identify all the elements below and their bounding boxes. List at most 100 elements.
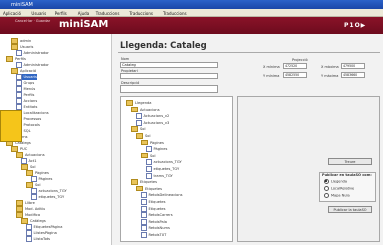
propietari-field[interactable] <box>120 73 218 79</box>
publish-button[interactable]: Publicar la taulaSO <box>328 206 372 213</box>
descripcio-field[interactable] <box>120 85 218 93</box>
tree-node[interactable]: RetolsPala <box>141 218 167 225</box>
window-title-bar: miniSAM <box>0 0 383 9</box>
tree-node-label: RetolsNums <box>148 226 170 231</box>
document-icon <box>146 146 152 153</box>
tree-node[interactable]: trams_TGY <box>146 172 173 179</box>
menu-item[interactable]: Traduccions <box>129 11 153 16</box>
document-icon <box>136 119 142 126</box>
callout-highlight <box>0 110 22 142</box>
publish-option[interactable]: Mapa Nula <box>324 193 350 198</box>
tree-node[interactable]: Sol <box>26 182 40 188</box>
title-divider <box>118 52 380 53</box>
tree-node-label: Processos <box>23 117 42 121</box>
tree-node-label: Localitzacions <box>23 111 49 115</box>
header-links[interactable]: Cancel·lar · Guardar <box>15 19 50 23</box>
tree-node[interactable]: Actuacions_v3 <box>136 119 169 126</box>
tree-node[interactable]: RetolsNums <box>141 225 170 232</box>
tree-node[interactable]: actuacions_TGY <box>146 159 182 166</box>
tree-node[interactable]: Actuacions <box>131 106 160 113</box>
tree-node-label: etiquetes_TGY <box>153 167 180 171</box>
menu-item[interactable]: Usuaris <box>31 11 46 16</box>
menu-item[interactable]: Perfils <box>55 11 67 16</box>
tree-node[interactable]: Sol <box>131 126 145 132</box>
ymin-label: Y mínima <box>263 74 280 78</box>
treure-button[interactable]: Treure <box>328 158 372 165</box>
document-icon <box>136 113 142 120</box>
tree-node[interactable]: Etiquetes <box>141 199 165 205</box>
menu-item[interactable]: Traduccions <box>163 11 187 16</box>
tree-node[interactable]: RetolsDelineacions <box>141 192 183 199</box>
tree-node-label: Pàgines <box>150 140 164 145</box>
tree-node-label: Mod. Aditiu <box>25 206 46 211</box>
tree-node[interactable]: Sol <box>21 164 35 170</box>
tree-node[interactable]: Sol <box>136 133 150 139</box>
tree-node-label: Menús <box>23 87 36 91</box>
tree-node[interactable]: Modifica <box>16 212 40 218</box>
tree-node[interactable]: Pàgines <box>146 146 168 153</box>
tree-node-label: Etiquetes <box>148 206 166 211</box>
nom-field[interactable]: Cataleg <box>120 62 218 68</box>
tree-node[interactable]: RetolsTXT <box>141 232 166 238</box>
tree-node[interactable]: Aplicació <box>11 68 36 74</box>
tree-node[interactable]: etiquetes_TGY <box>146 166 179 172</box>
folder-icon <box>16 200 23 206</box>
xmax-field[interactable]: 479500 <box>341 63 365 69</box>
document-icon <box>141 212 147 219</box>
menu-item[interactable]: Aplicació <box>3 11 21 16</box>
ymin-field[interactable]: 4582550 <box>283 72 307 78</box>
tree-node[interactable]: LlistaTots <box>26 236 50 242</box>
menu-item[interactable]: Ajuda <box>78 11 89 16</box>
menu-item[interactable]: Traduccions <box>96 11 120 16</box>
folder-icon <box>16 206 23 212</box>
tree-node[interactable]: Pàgines <box>26 170 49 176</box>
radio-icon <box>324 186 329 191</box>
document-icon <box>146 166 152 172</box>
ymax-label: Y màxima <box>321 74 339 78</box>
tree-node[interactable]: Actuacions_v2 <box>136 113 169 120</box>
folder-icon <box>141 139 148 146</box>
document-icon <box>141 232 147 238</box>
tree-node[interactable]: PUC <box>11 146 27 152</box>
document-icon <box>146 159 152 166</box>
app-name: miniSAM <box>59 19 109 30</box>
tree-node[interactable]: Etiquetes <box>141 205 166 212</box>
tree-node[interactable]: RetolsCarrers <box>141 212 173 219</box>
document-icon <box>141 225 147 232</box>
tree-node[interactable]: Sol <box>141 152 155 159</box>
tree-node[interactable]: Usuaris <box>11 44 33 50</box>
folder-icon <box>11 68 18 74</box>
projection-header: Projecció <box>292 58 308 62</box>
radio-icon <box>324 193 329 198</box>
legend-tree[interactable]: Llegenda Actuacions Actuacions_v2 Actuacion… <box>120 96 233 242</box>
folder-icon <box>21 218 28 224</box>
tree-node[interactable]: Actuacions <box>16 152 45 158</box>
publish-option[interactable]: Llegenda <box>324 179 347 184</box>
tree-node[interactable]: Pàgines <box>141 139 164 146</box>
ymax-field[interactable]: 4583660 <box>341 72 365 78</box>
tree-node[interactable]: Mod. Aditiu <box>16 206 45 212</box>
tree-node[interactable]: Perfils <box>6 56 26 62</box>
tree-node[interactable]: etiquetes_TGY <box>31 194 64 200</box>
tree-node[interactable]: Etiquetes <box>131 179 157 185</box>
tree-node-label: RetolsPala <box>148 219 167 224</box>
tree-node-label: actuacions_TGY <box>38 189 67 193</box>
tree-node-label: Catàlegs <box>30 218 46 223</box>
tree-node[interactable]: Etiquetes <box>136 185 162 192</box>
tree-node[interactable]: Llibre <box>16 200 35 206</box>
header-status-icons[interactable]: P1O▶ <box>344 22 366 29</box>
tree-node[interactable]: Catàlegs <box>21 218 46 224</box>
tree-node-label: Grups <box>23 81 35 85</box>
document-icon <box>141 199 147 205</box>
publish-option[interactable]: LocalRelative <box>324 186 354 191</box>
tree-node-label: Protocols <box>23 123 40 127</box>
folder-icon <box>16 212 23 218</box>
tree-node-label: Pàgines <box>153 147 168 152</box>
document-icon <box>141 205 147 212</box>
publish-group-title: Publicar en taulaSO com: <box>322 173 372 177</box>
tree-node[interactable]: admin <box>11 38 31 44</box>
folder-icon <box>141 152 148 159</box>
tree-node-label: Accions <box>23 99 38 103</box>
tree-node[interactable]: Llegenda <box>126 100 151 106</box>
xmin-field[interactable]: 472520 <box>283 63 307 69</box>
